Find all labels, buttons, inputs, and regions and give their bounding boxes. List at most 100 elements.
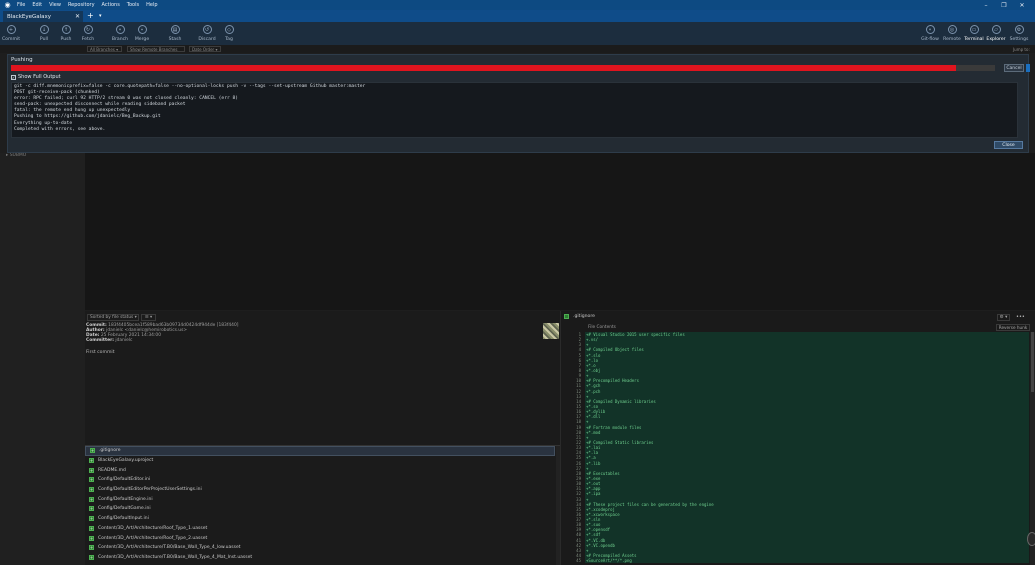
output-line: Completed with errors, see above. [14, 126, 106, 132]
tab-dropdown-icon[interactable]: ▾ [99, 13, 102, 19]
toolbar-label: Push [60, 37, 72, 42]
push-dialog: Pushing Cancel ✓ Show Full Output git -c… [7, 54, 1030, 153]
file-path: Content/3D_Art/Architecture/T.B0/Base_Wa… [98, 545, 241, 551]
terminal-button[interactable]: ▭ Terminal [963, 25, 985, 42]
menu-edit[interactable]: Edit [32, 2, 42, 8]
push-button[interactable]: ↑ Push [55, 25, 77, 42]
title-bar: ◉ File Edit View Repository Actions Tools Help… [0, 0, 1035, 10]
maximize-icon[interactable]: ❐ [995, 2, 1013, 9]
file-path: Config/DefaultEditorPerProjectUserSettin… [98, 487, 202, 493]
remote-button[interactable]: ◎ Remote [941, 25, 963, 42]
repo-tab[interactable]: BlackEyeGalaxy ✕ [3, 11, 83, 22]
stash-button[interactable]: ▤ Stash [164, 25, 186, 42]
view-mode-dropdown[interactable]: ☰ ▾ [141, 314, 156, 321]
terminal-icon: ▭ [969, 25, 979, 34]
explorer-icon: ▱ [991, 25, 1001, 34]
more-options-icon[interactable]: ••• [1016, 314, 1025, 320]
file-row[interactable]: + README.md [85, 465, 555, 475]
fetch-icon: ↻ [83, 25, 93, 34]
reverse-hunk-button[interactable]: Reverse hunk [996, 324, 1030, 331]
push-progress-bar [11, 65, 995, 71]
diff-file-header: .gitignore [564, 314, 595, 319]
menu-repository[interactable]: Repository [68, 2, 95, 8]
added-status-icon: + [89, 506, 94, 512]
file-row[interactable]: + Config/DefaultEditorPerProjectUserSetti… [85, 485, 555, 495]
toolbar: + Commit ↓ Pull ↑ Push ↻ Fetch ⑂ Branch ⑃ Merge ▤ Sta… [0, 22, 1035, 45]
scrollbar-thumb[interactable] [1031, 332, 1034, 392]
git-flow-button[interactable]: ⑂ Git-flow [919, 25, 941, 42]
filter-row: All Branches ▾ Show Remote Branches Date… [0, 45, 1035, 53]
merge-button[interactable]: ⑃ Merge [131, 25, 153, 42]
file-path: Content/3D_Art/Architecture/Roof_Type_1.… [98, 525, 208, 531]
menu-help[interactable]: Help [146, 2, 157, 8]
file-path: Config/DefaultEngine.ini [98, 496, 153, 502]
sidebar-item-submodules[interactable]: ▸ SUBMO [6, 153, 26, 158]
file-row[interactable]: + Content/3D_Art/Architecture/T.B0/Base_W… [85, 553, 555, 563]
dialog-accent [1026, 64, 1030, 72]
commit-graph-area[interactable] [85, 153, 1035, 310]
toolbar-label: Tag [225, 37, 233, 42]
repo-tab-label: BlackEyeGalaxy [7, 13, 52, 20]
show-remote-branches-checkbox[interactable]: Show Remote Branches [127, 46, 185, 52]
file-row[interactable]: + Content/3D_Art/Architecture/Roof_Type_2… [85, 533, 555, 543]
branches-filter[interactable]: All Branches ▾ [87, 46, 122, 52]
file-path: Config/DefaultInput.ini [98, 516, 149, 522]
menu-tools[interactable]: Tools [127, 2, 139, 8]
order-filter[interactable]: Date Order ▾ [189, 46, 221, 52]
added-status-icon: + [89, 535, 94, 541]
tag-button[interactable]: ◇ Tag [218, 25, 240, 42]
sort-dropdown[interactable]: Sorted by file status ▾ [87, 314, 139, 321]
toolbar-label: Fetch [81, 37, 95, 42]
file-row[interactable]: + Config/DefaultInput.ini [85, 514, 555, 524]
file-row[interactable]: + Config/DefaultEngine.ini [85, 494, 555, 504]
commit-button[interactable]: + Commit [0, 25, 22, 42]
show-full-output-checkbox[interactable]: ✓ Show Full Output [11, 74, 61, 80]
file-row[interactable]: + Content/3D_Art/Architecture/Roof_Type_1… [85, 524, 555, 534]
avatar [543, 323, 559, 339]
toolbar-label: Terminal [964, 37, 984, 42]
close-tab-icon[interactable]: ✕ [75, 13, 80, 20]
file-path: .gitignore [99, 448, 121, 454]
minimize-icon[interactable]: – [977, 2, 995, 9]
file-row[interactable]: + Config/DefaultGame.ini [85, 504, 555, 514]
collapse-handle[interactable] [1027, 532, 1035, 546]
file-row[interactable]: + Config/DefaultEditor.ini [85, 475, 555, 485]
added-status-icon: + [89, 458, 94, 464]
diff-line-text: +SourceArt/**/*.png [585, 558, 1029, 564]
commit-committer: jdanielc [115, 337, 133, 343]
toolbar-label: Remote [943, 37, 961, 42]
stash-icon: ▤ [170, 25, 180, 34]
close-window-icon[interactable]: ✕ [1013, 2, 1031, 9]
add-tab-icon[interactable]: + [87, 12, 94, 20]
checkbox-checked-icon[interactable]: ✓ [11, 74, 16, 80]
menu-actions[interactable]: Actions [102, 2, 120, 8]
show-full-output-label: Show Full Output [18, 74, 61, 80]
file-path: Config/DefaultGame.ini [98, 506, 151, 512]
menu-view[interactable]: View [49, 2, 61, 8]
discard-button[interactable]: ↺ Discard [196, 25, 218, 42]
file-row[interactable]: + BlackEyeGalaxy.uproject [85, 456, 555, 466]
diff-file-name: .gitignore [573, 314, 595, 319]
merge-icon: ⑃ [137, 25, 147, 34]
diff-scrollbar[interactable] [1030, 332, 1035, 565]
fetch-button[interactable]: ↻ Fetch [77, 25, 99, 42]
pull-button[interactable]: ↓ Pull [33, 25, 55, 42]
diff-options-gear-icon[interactable]: ⚙ ▾ [997, 314, 1010, 321]
added-status-icon: + [89, 525, 94, 531]
close-button[interactable]: Close [994, 141, 1023, 149]
cancel-button[interactable]: Cancel [1004, 64, 1024, 72]
diff-line[interactable]: 45 +SourceArt/**/*.png [571, 558, 1029, 564]
menu-bar: File Edit View Repository Actions Tools Help [17, 2, 165, 8]
settings-button[interactable]: ⚙ Settings [1008, 25, 1030, 42]
file-row[interactable]: + .gitignore [85, 446, 555, 456]
toolbar-label: Discard [198, 37, 216, 42]
menu-file[interactable]: File [17, 2, 25, 8]
added-status-icon: + [89, 545, 94, 551]
explorer-button[interactable]: ▱ Explorer [985, 25, 1007, 42]
branch-button[interactable]: ⑂ Branch [109, 25, 131, 42]
dialog-title: Pushing [11, 57, 33, 63]
file-row[interactable]: + Content/3D_Art/Architecture/T.B0/Base_W… [85, 543, 555, 553]
tag-icon: ◇ [224, 25, 234, 34]
diff-content: 1 +# Visual Studio 2015 user specific fil… [571, 332, 1029, 565]
diff-pane: .gitignore ⚙ ▾ ••• File Contents Reverse… [560, 311, 1035, 565]
